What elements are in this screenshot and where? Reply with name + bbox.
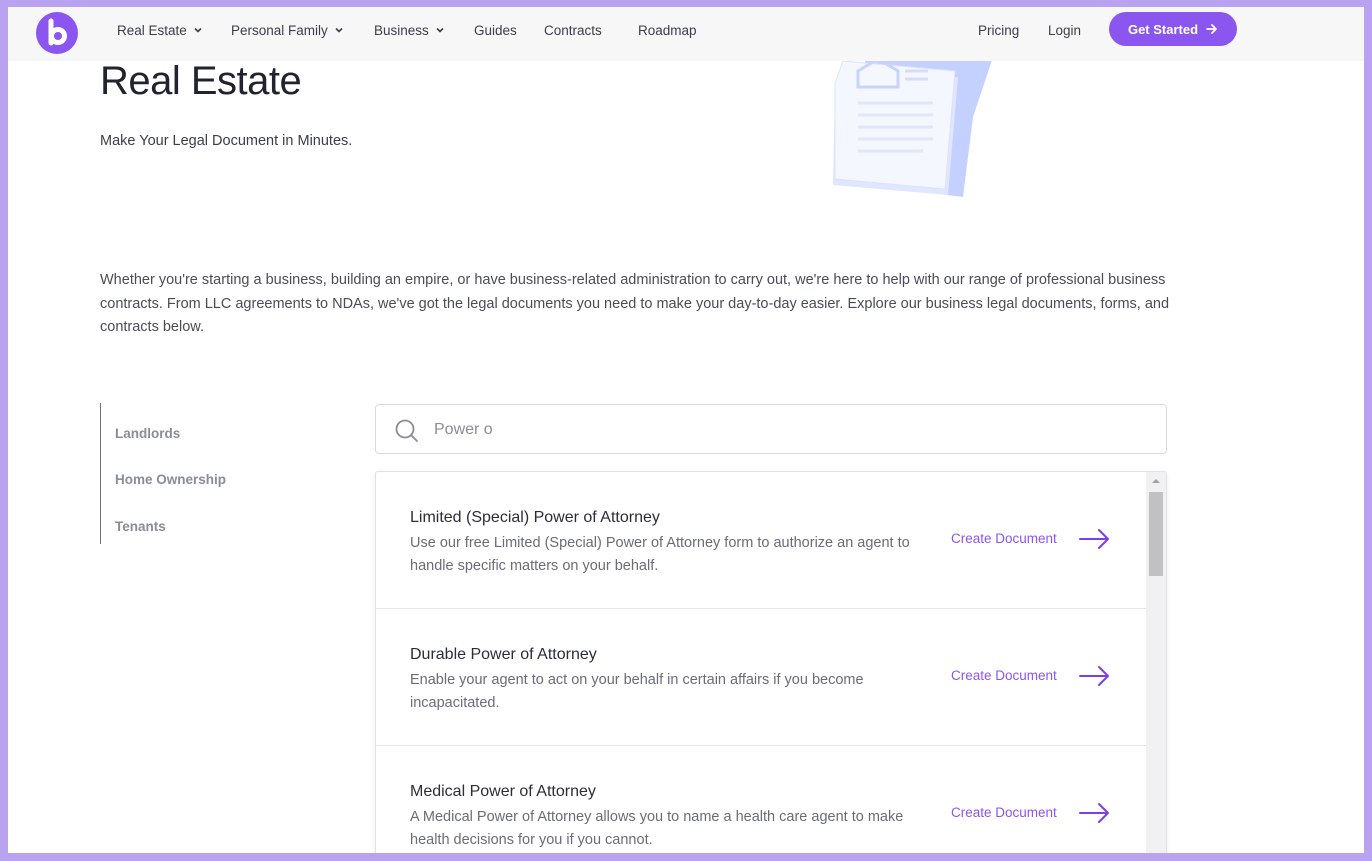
top-nav: Real Estate Personal Family Business Gui… <box>8 7 1364 61</box>
nav-pricing-label: Pricing <box>978 22 1020 38</box>
document-description: Enable your agent to act on your behalf … <box>410 672 864 711</box>
arrow-right-icon[interactable] <box>1079 528 1111 550</box>
nav-login-label: Login <box>1048 22 1082 38</box>
document-title: Limited (Special) Power of Attorney <box>410 509 660 526</box>
arrow-right-icon[interactable] <box>1079 802 1111 824</box>
nav-business[interactable]: Business <box>374 21 445 39</box>
get-started-label: Get Started <box>1127 21 1199 37</box>
search-icon <box>395 419 418 442</box>
logo-b-icon <box>48 18 67 46</box>
nav-pricing[interactable]: Pricing <box>978 21 1019 39</box>
page-subtitle: Make Your Legal Document in Minutes. <box>100 133 353 149</box>
list-item: Medical Power of Attorney A Medical Powe… <box>376 746 1146 853</box>
chevron-down-icon <box>335 27 343 33</box>
scrollbar[interactable] <box>1146 472 1166 853</box>
search-box <box>375 404 1167 454</box>
nav-roadmap[interactable]: Roadmap <box>638 21 697 39</box>
intro-paragraph: Whether you're starting a business, buil… <box>100 272 1170 335</box>
nav-guides[interactable]: Guides <box>474 21 517 39</box>
scroll-up-icon[interactable] <box>1146 472 1166 490</box>
create-document-link[interactable]: Create Document <box>951 668 1057 683</box>
get-started-button[interactable]: Get Started <box>1109 12 1237 46</box>
nav-contracts-label: Contracts <box>544 22 602 38</box>
nav-login[interactable]: Login <box>1048 21 1081 39</box>
list-item: Durable Power of Attorney Enable your ag… <box>376 609 1146 746</box>
nav-personal-family-label: Personal Family <box>231 22 328 38</box>
category-sidebar: Landlords Home Ownership Tenants <box>100 403 300 544</box>
arrow-right-icon <box>1206 24 1217 34</box>
nav-real-estate-label: Real Estate <box>117 22 187 38</box>
create-document-link[interactable]: Create Document <box>951 805 1057 820</box>
page-title: Real Estate <box>100 59 302 103</box>
sidebar-item-home-ownership[interactable]: Home Ownership <box>115 472 226 487</box>
nav-business-label: Business <box>374 22 429 38</box>
scroll-thumb[interactable] <box>1149 492 1163 576</box>
nav-personal-family[interactable]: Personal Family <box>231 21 344 39</box>
document-description: A Medical Power of Attorney allows you t… <box>410 809 904 848</box>
nav-real-estate[interactable]: Real Estate <box>117 21 203 39</box>
arrow-right-icon[interactable] <box>1079 665 1111 687</box>
chevron-down-icon <box>194 27 202 33</box>
document-title: Medical Power of Attorney <box>410 783 596 800</box>
create-document-link[interactable]: Create Document <box>951 531 1057 546</box>
nav-guides-label: Guides <box>474 22 517 38</box>
sidebar-item-landlords[interactable]: Landlords <box>115 426 180 441</box>
nav-contracts[interactable]: Contracts <box>544 21 602 39</box>
list-item: Limited (Special) Power of Attorney Use … <box>376 472 1146 609</box>
brand-logo[interactable] <box>36 12 78 54</box>
sidebar-item-tenants[interactable]: Tenants <box>115 519 166 534</box>
nav-roadmap-label: Roadmap <box>638 22 697 38</box>
page-frame: Real Estate Personal Family Business Gui… <box>8 7 1364 853</box>
search-input[interactable] <box>434 417 1134 443</box>
document-list: Limited (Special) Power of Attorney Use … <box>375 471 1167 853</box>
chevron-down-icon <box>436 27 444 33</box>
document-illustration-icon <box>833 57 993 197</box>
document-title: Durable Power of Attorney <box>410 646 597 663</box>
document-description: Use our free Limited (Special) Power of … <box>410 535 910 574</box>
